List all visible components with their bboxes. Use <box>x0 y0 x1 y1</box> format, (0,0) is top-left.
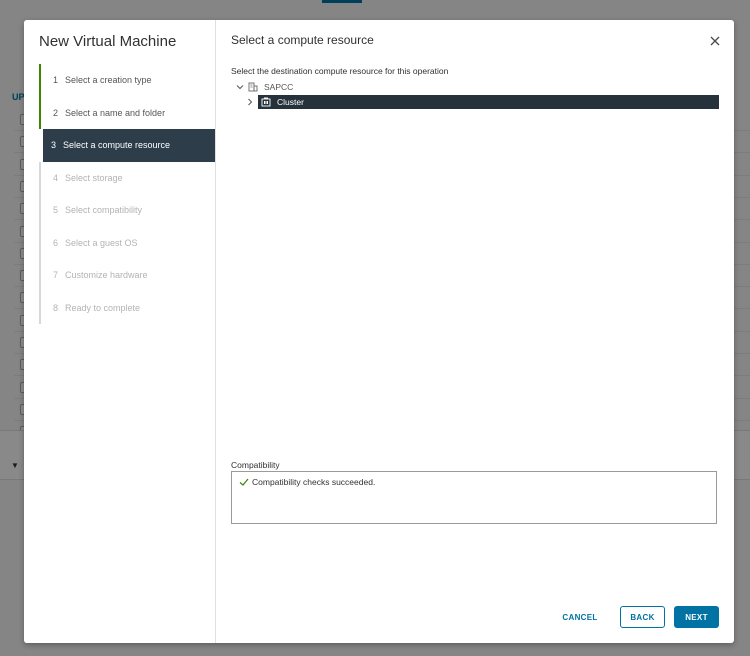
wizard-sidebar: New Virtual Machine 1 Select a creation t… <box>24 20 216 643</box>
wizard-step-3[interactable]: 3 Select a compute resource <box>43 129 215 162</box>
wizard-step-label: Ready to complete <box>65 302 141 313</box>
tree-node-sapcc[interactable]: SAPCC <box>231 80 719 94</box>
wizard-step-1[interactable]: 1 Select a creation type <box>39 64 215 97</box>
page-title: Select a compute resource <box>231 33 374 47</box>
wizard-step-5: 5 Select compatibility <box>39 194 215 227</box>
chevron-right-icon[interactable] <box>245 98 254 107</box>
compatibility-message: Compatibility checks succeeded. <box>239 477 375 487</box>
datacenter-icon <box>248 82 258 92</box>
compute-resource-tree: SAPCC Cluster <box>231 80 719 109</box>
wizard-step-number: 2 <box>53 107 59 118</box>
wizard-steps: 1 Select a creation type 2 Select a name an… <box>39 64 215 324</box>
tree-node-cluster[interactable]: Cluster <box>258 95 719 109</box>
next-button[interactable]: NEXT <box>674 606 719 628</box>
compatibility-label: Compatibility <box>231 460 280 470</box>
wizard-step-label: Select a creation type <box>65 75 152 86</box>
wizard-step-label: Customize hardware <box>65 270 148 281</box>
wizard-step-4: 4 Select storage <box>39 161 215 194</box>
tree-node-cluster-row: Cluster <box>231 95 719 109</box>
cluster-icon <box>261 97 271 107</box>
wizard-step-number: 5 <box>53 205 59 216</box>
wizard-step-label: Select storage <box>65 172 123 183</box>
compatibility-box: Compatibility checks succeeded. <box>231 471 717 524</box>
wizard-step-number: 1 <box>53 75 59 86</box>
wizard-title: New Virtual Machine <box>39 33 177 50</box>
cancel-button[interactable]: CANCEL <box>558 606 602 628</box>
wizard-content: Select a compute resource Select the des… <box>216 20 734 643</box>
wizard-step-6: 6 Select a guest OS <box>39 226 215 259</box>
wizard-step-label: Select a compute resource <box>63 140 171 151</box>
back-button[interactable]: BACK <box>620 606 665 628</box>
wizard-step-8: 8 Ready to complete <box>39 291 215 324</box>
wizard-step-7: 7 Customize hardware <box>39 259 215 292</box>
chevron-down-icon[interactable] <box>235 83 244 92</box>
instruction-text: Select the destination compute resource … <box>231 66 449 76</box>
close-button[interactable] <box>708 34 722 48</box>
compatibility-message-text: Compatibility checks succeeded. <box>252 477 376 487</box>
wizard-step-2[interactable]: 2 Select a name and folder <box>39 96 215 129</box>
tree-node-label: Cluster <box>277 97 304 107</box>
wizard-step-label: Select a name and folder <box>65 107 166 118</box>
wizard-step-number: 8 <box>53 302 59 313</box>
new-vm-dialog: New Virtual Machine 1 Select a creation t… <box>24 20 734 643</box>
tree-node-label: SAPCC <box>264 82 294 92</box>
wizard-step-number: 3 <box>51 140 57 151</box>
wizard-step-number: 7 <box>53 270 59 281</box>
wizard-step-number: 6 <box>53 237 59 248</box>
wizard-step-number: 4 <box>53 172 59 183</box>
check-icon <box>239 477 249 487</box>
wizard-step-label: Select compatibility <box>65 205 143 216</box>
wizard-step-label: Select a guest OS <box>65 237 138 248</box>
close-icon <box>710 36 720 46</box>
